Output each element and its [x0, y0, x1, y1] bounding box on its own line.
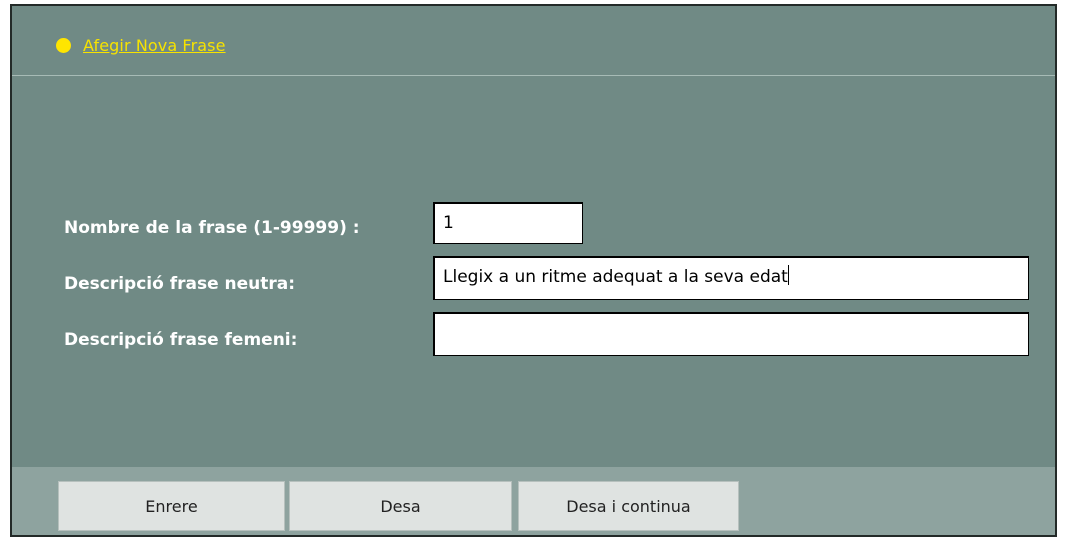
neutral-description-label: Descripció frase neutra:: [64, 274, 296, 294]
neutral-description-input[interactable]: Llegix a un ritme adequat a la seva edat: [433, 256, 1029, 300]
feminine-description-input[interactable]: [433, 312, 1029, 356]
button-bar: Enrere Desa Desa i continua: [12, 467, 1055, 535]
neutral-description-value: Llegix a un ritme adequat a la seva edat: [443, 267, 788, 287]
save-continue-button[interactable]: Desa i continua: [518, 481, 739, 531]
header-divider: [12, 75, 1055, 76]
feminine-description-label: Descripció frase femeni:: [64, 330, 298, 350]
form-panel: Afegir Nova Frase Nombre de la frase (1-…: [10, 4, 1057, 537]
number-input-value: 1: [443, 213, 454, 233]
number-input[interactable]: 1: [433, 202, 583, 244]
panel-header: Afegir Nova Frase: [12, 6, 1055, 76]
add-phrase-link-label: Afegir Nova Frase: [83, 36, 226, 55]
save-button[interactable]: Desa: [289, 481, 512, 531]
bullet-icon: [56, 38, 71, 53]
text-caret: [787, 265, 789, 285]
back-button[interactable]: Enrere: [58, 481, 285, 531]
number-label: Nombre de la frase (1-99999) :: [64, 218, 360, 238]
add-phrase-link[interactable]: Afegir Nova Frase: [56, 36, 226, 55]
